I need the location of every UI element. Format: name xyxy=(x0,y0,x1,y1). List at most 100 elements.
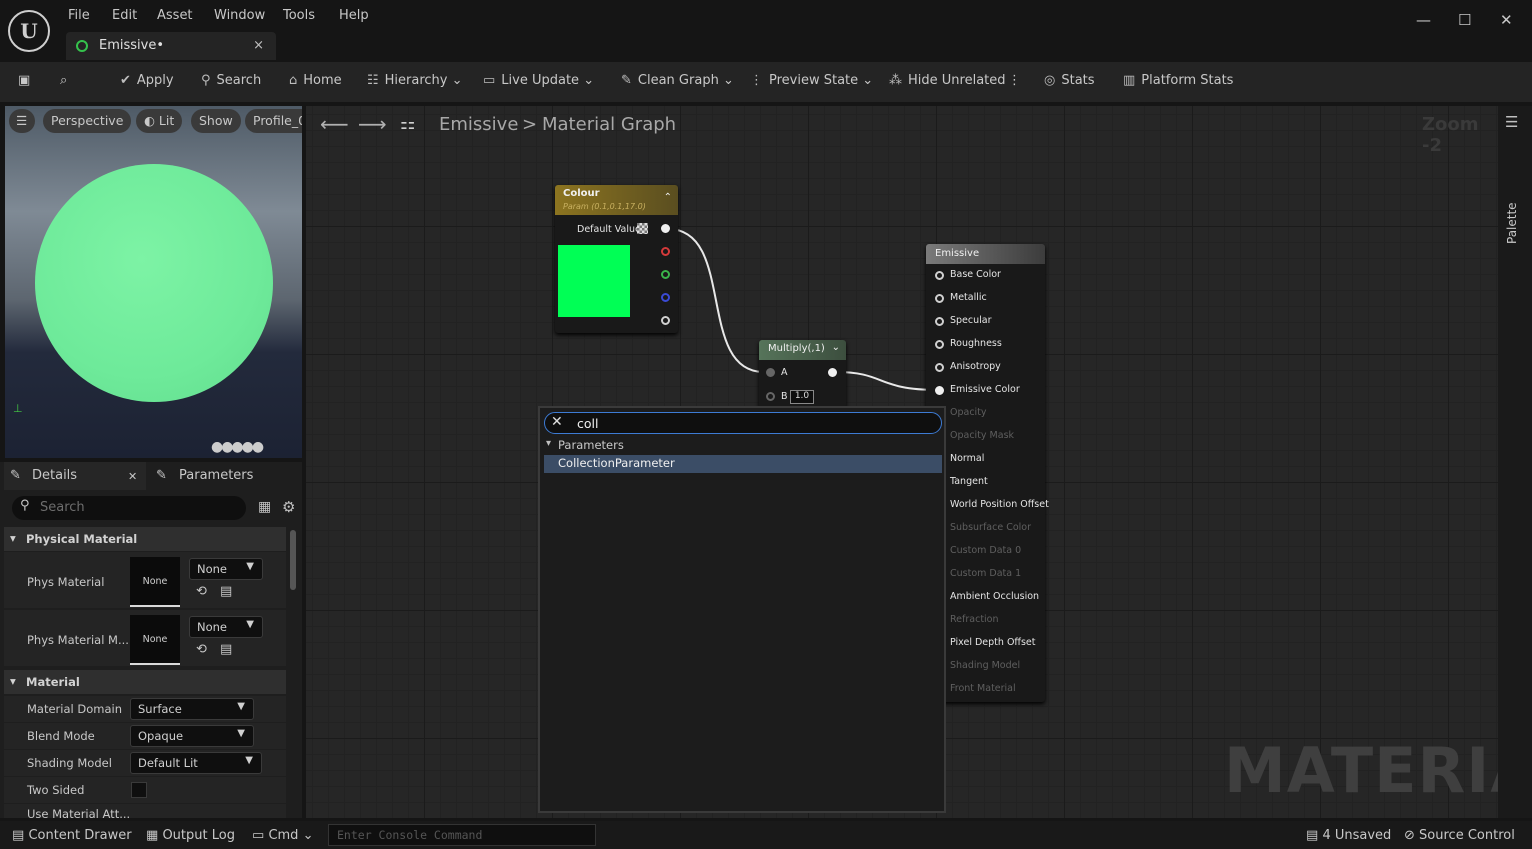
emissive-input-pin[interactable] xyxy=(935,317,944,326)
material-domain-row: Material Domain Surface ▼ xyxy=(4,696,286,722)
chevron-down-icon[interactable]: ⌄ xyxy=(832,342,840,353)
menu-edit[interactable]: Edit xyxy=(112,8,137,23)
collapse-icon[interactable]: ⌃ xyxy=(664,192,672,203)
menu-file[interactable]: File xyxy=(68,8,90,23)
emissive-input-label: Opacity xyxy=(950,407,987,418)
viewport-menu-icon[interactable]: ☰ xyxy=(9,109,35,133)
more-options-icon[interactable]: ⋮ xyxy=(1008,73,1021,88)
clean-graph-button[interactable]: ✎ Clean Graph ⌄ xyxy=(621,73,734,88)
tab-close-button[interactable]: × xyxy=(253,38,264,53)
phys-material-mask-thumbnail[interactable]: None xyxy=(130,615,180,665)
output-b-pin[interactable] xyxy=(661,293,670,302)
settings-gear-icon[interactable]: ⚙ xyxy=(282,498,295,516)
preview-state-button[interactable]: ⋮ Preview State ⌄ xyxy=(750,73,873,88)
home-button[interactable]: ⌂ Home xyxy=(289,73,342,88)
colour-parameter-node[interactable]: Colour Param (0.1,0.1,17.0) ⌃ Default Va… xyxy=(555,185,678,333)
console-input[interactable]: Enter Console Command xyxy=(328,824,596,846)
preview-shape-icons[interactable]: ●●●●● xyxy=(211,439,264,455)
category-parameters[interactable]: ▾ Parameters xyxy=(544,437,942,455)
browse-icon[interactable]: ▤ xyxy=(220,584,232,599)
blend-mode-combo[interactable]: Opaque ▼ xyxy=(130,725,254,747)
hierarchy-button[interactable]: ☷ Hierarchy ⌄ xyxy=(367,73,463,88)
hide-unrelated-label: Hide Unrelated xyxy=(908,73,1006,88)
tab-parameters[interactable]: ✎ Parameters xyxy=(150,462,300,490)
details-search-input[interactable]: ⚲ Search xyxy=(12,496,246,520)
input-a-pin[interactable] xyxy=(766,368,775,377)
use-material-attributes-row: Use Material Att... xyxy=(4,804,286,818)
profile-button[interactable]: Profile_0 xyxy=(245,109,302,133)
physical-material-section[interactable]: ▾ Physical Material xyxy=(4,527,286,551)
palette-menu-icon[interactable]: ☰ xyxy=(1505,113,1518,131)
perspective-button[interactable]: Perspective xyxy=(43,109,132,133)
cmd-button[interactable]: ▭ Cmd ⌄ xyxy=(252,828,313,843)
material-section[interactable]: ▾ Material xyxy=(4,670,286,694)
browse-icon[interactable]: ⌕ xyxy=(60,73,67,88)
emissive-input-pin[interactable] xyxy=(935,340,944,349)
stats-button[interactable]: ◎ Stats xyxy=(1044,73,1095,88)
chevron-down-icon: ▼ xyxy=(237,728,245,739)
output-log-button[interactable]: ▦ Output Log xyxy=(146,828,235,843)
tab-emissive[interactable]: Emissive• × xyxy=(66,32,276,60)
multiply-node[interactable]: Multiply(,1) ⌄ A B 1.0 xyxy=(759,340,846,408)
material-domain-label: Material Domain xyxy=(27,702,122,716)
details-close-icon[interactable]: ✕ xyxy=(128,470,137,483)
emissive-input-pin[interactable] xyxy=(935,386,944,395)
search-button[interactable]: ⚲ Search xyxy=(201,73,261,88)
tab-details[interactable]: ✎ Details ✕ xyxy=(4,462,146,490)
content-drawer-button[interactable]: ▤ Content Drawer xyxy=(12,828,132,843)
save-icon[interactable]: ▣ xyxy=(18,73,30,88)
source-control-button[interactable]: ⊘ Source Control xyxy=(1404,828,1515,843)
preview-viewport[interactable]: ☰ Perspective ◐ Lit Show Profile_0 ⊥ ●●●… xyxy=(5,106,302,458)
use-selected-icon[interactable]: ⟲ xyxy=(196,584,207,599)
colour-node-title: Colour xyxy=(563,188,600,199)
emissive-input-pin[interactable] xyxy=(935,363,944,372)
output-r-pin[interactable] xyxy=(661,247,670,256)
live-update-button[interactable]: ▭ Live Update ⌄ xyxy=(483,73,594,88)
unsaved-button[interactable]: ▤ 4 Unsaved xyxy=(1306,828,1391,843)
menu-window[interactable]: Window xyxy=(214,8,265,23)
minimize-button[interactable]: — xyxy=(1416,11,1431,29)
unreal-logo-icon[interactable]: U xyxy=(8,10,50,52)
emissive-input-pin[interactable] xyxy=(935,294,944,303)
output-a-pin[interactable] xyxy=(661,316,670,325)
toolbar: ▣ ⌕ ✔ Apply ⚲ Search ⌂ Home ☷ Hierarchy ⌄ ▭ L… xyxy=(0,62,1532,102)
palette-panel[interactable]: ☰ Palette xyxy=(1498,106,1532,818)
lit-button[interactable]: ◐ Lit xyxy=(136,109,183,133)
material-domain-combo[interactable]: Surface ▼ xyxy=(130,698,254,720)
browse-icon[interactable]: ▤ xyxy=(220,642,232,657)
brush-icon: ✎ xyxy=(621,73,632,88)
use-selected-icon[interactable]: ⟲ xyxy=(196,642,207,657)
maximize-button[interactable]: ☐ xyxy=(1458,11,1471,29)
emissive-input-label: Ambient Occlusion xyxy=(950,591,1040,602)
hide-unrelated-button[interactable]: ⁂ Hide Unrelated xyxy=(889,73,1006,88)
details-scrollbar[interactable] xyxy=(290,530,296,590)
input-b-value[interactable]: 1.0 xyxy=(790,390,814,404)
unsaved-icon: ▤ xyxy=(1306,828,1319,843)
palette-label[interactable]: Palette xyxy=(1505,202,1519,244)
node-search-input[interactable]: ✕ coll xyxy=(544,412,942,434)
checker-icon xyxy=(637,223,648,234)
clear-search-icon[interactable]: ✕ xyxy=(551,414,563,430)
multiply-output-pin[interactable] xyxy=(828,368,837,377)
table-view-icon[interactable]: ▦ xyxy=(258,499,271,515)
hierarchy-label: Hierarchy xyxy=(384,73,448,88)
show-button[interactable]: Show xyxy=(191,109,241,133)
platform-stats-button[interactable]: ▥ Platform Stats xyxy=(1123,73,1233,88)
output-rgba-pin[interactable] xyxy=(661,224,670,233)
phys-material-mask-combo[interactable]: None ▼ xyxy=(189,616,263,638)
input-b-pin[interactable] xyxy=(766,392,775,401)
result-collection-parameter[interactable]: CollectionParameter xyxy=(544,455,942,473)
emissive-input-pin[interactable] xyxy=(935,271,944,280)
phys-material-thumbnail[interactable]: None xyxy=(130,557,180,607)
menu-tools[interactable]: Tools xyxy=(283,8,315,23)
phys-material-combo[interactable]: None ▼ xyxy=(189,558,263,580)
wire-multiply-to-emissive xyxy=(835,371,939,391)
close-window-button[interactable]: ✕ xyxy=(1500,11,1513,29)
output-g-pin[interactable] xyxy=(661,270,670,279)
menu-asset[interactable]: Asset xyxy=(157,8,193,23)
apply-button[interactable]: ✔ Apply xyxy=(120,73,174,88)
shading-model-combo[interactable]: Default Lit ▼ xyxy=(130,752,262,774)
menu-help[interactable]: Help xyxy=(339,8,369,23)
two-sided-checkbox[interactable] xyxy=(131,782,147,798)
blend-mode-value: Opaque xyxy=(138,729,184,743)
